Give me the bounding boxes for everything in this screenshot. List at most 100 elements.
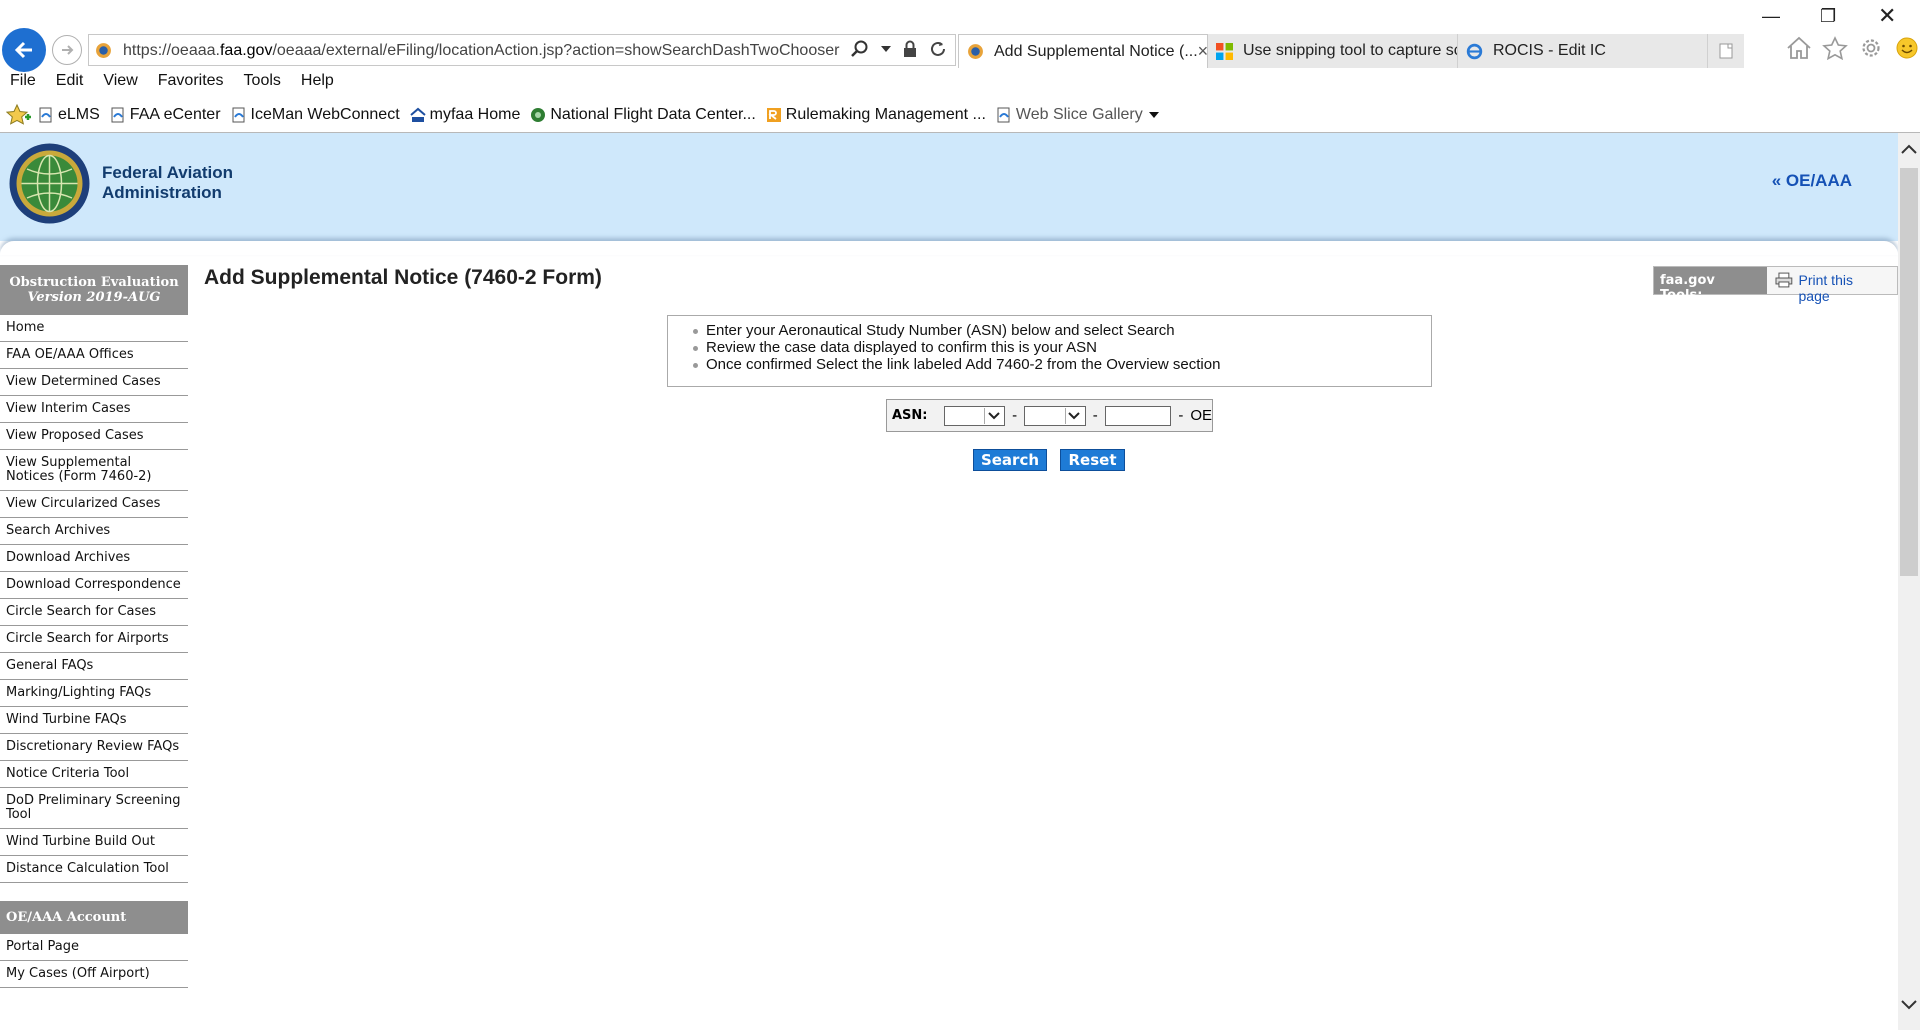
- forward-button[interactable]: [52, 35, 82, 65]
- sidebar-item-general-faqs[interactable]: General FAQs: [0, 653, 188, 680]
- tab-rocis[interactable]: ROCIS - Edit IC: [1458, 34, 1708, 68]
- favorite-faa-ecenter[interactable]: FAA eCenter: [110, 106, 221, 124]
- page-icon: [111, 107, 124, 123]
- sidebar-item-circle-search-cases[interactable]: Circle Search for Cases: [0, 599, 188, 626]
- minimize-button[interactable]: —: [1762, 6, 1780, 27]
- print-page-link[interactable]: Print this page: [1766, 267, 1897, 304]
- menu-file[interactable]: File: [0, 72, 46, 96]
- sidebar-item-dod-screening-tool[interactable]: DoD Preliminary Screening Tool: [0, 788, 188, 829]
- tab-add-supplemental-notice[interactable]: Add Supplemental Notice (... ×: [958, 34, 1208, 68]
- gear-icon[interactable]: [1858, 36, 1884, 60]
- sidebar-item-download-archives[interactable]: Download Archives: [0, 545, 188, 572]
- sidebar-account-heading: OE/AAA Account: [0, 901, 188, 934]
- refresh-icon[interactable]: [929, 40, 947, 58]
- tab-snipping-tool[interactable]: Use snipping tool to capture sc...: [1208, 34, 1458, 68]
- favorite-elms[interactable]: eLMS: [38, 106, 100, 124]
- page-icon: [232, 107, 245, 123]
- close-tab-icon[interactable]: ×: [1198, 41, 1207, 62]
- menu-view[interactable]: View: [93, 72, 147, 96]
- restore-button[interactable]: ❐: [1820, 6, 1836, 27]
- new-tab-button[interactable]: [1708, 34, 1744, 68]
- menu-bar: File Edit View Favorites Tools Help: [0, 72, 344, 96]
- sidebar-nav: Obstruction Evaluation Version 2019-AUG …: [0, 265, 188, 988]
- favorite-myfaa-home[interactable]: myfaa Home: [409, 106, 520, 124]
- asn-year-select[interactable]: [943, 405, 1006, 426]
- scrollbar-thumb[interactable]: [1900, 168, 1918, 576]
- rulemaking-icon: [766, 108, 781, 122]
- vertical-scrollbar[interactable]: [1898, 133, 1920, 1030]
- chevron-down-icon: [1068, 411, 1080, 419]
- asn-input-group: ASN: - - - OE: [886, 399, 1213, 432]
- home-icon[interactable]: [1786, 36, 1812, 60]
- sidebar-item-my-cases[interactable]: My Cases (Off Airport): [0, 961, 188, 988]
- search-icon[interactable]: [851, 40, 869, 58]
- sidebar-item-supplemental-notices[interactable]: View Supplemental Notices (Form 7460-2): [0, 450, 188, 491]
- sidebar-item-notice-criteria-tool[interactable]: Notice Criteria Tool: [0, 761, 188, 788]
- instruction-item: Once confirmed Select the link labeled A…: [693, 356, 1431, 373]
- sidebar-item-wind-turbine-build-out[interactable]: Wind Turbine Build Out: [0, 829, 188, 856]
- dropdown-arrow-icon[interactable]: [881, 45, 891, 53]
- instruction-item: Enter your Aeronautical Study Number (AS…: [693, 322, 1431, 339]
- chevron-down-icon: [987, 411, 1000, 419]
- sidebar-item-determined-cases[interactable]: View Determined Cases: [0, 369, 188, 396]
- sidebar-item-circle-search-airports[interactable]: Circle Search for Airports: [0, 626, 188, 653]
- asn-number-input[interactable]: [1104, 405, 1172, 426]
- favorite-iceman-webconnect[interactable]: IceMan WebConnect: [231, 106, 400, 124]
- sidebar-item-download-correspondence[interactable]: Download Correspondence: [0, 572, 188, 599]
- sidebar-item-offices[interactable]: FAA OE/AAA Offices: [0, 342, 188, 369]
- sidebar-item-home[interactable]: Home: [0, 315, 188, 342]
- sidebar-item-interim-cases[interactable]: View Interim Cases: [0, 396, 188, 423]
- asn-separator: -: [1178, 407, 1184, 424]
- sidebar-heading: Obstruction Evaluation Version 2019-AUG: [0, 265, 188, 315]
- faa-tools-box: faa.gov Tools: Print this page: [1653, 266, 1898, 304]
- tab-label: Use snipping tool to capture sc...: [1243, 42, 1458, 59]
- sidebar-item-proposed-cases[interactable]: View Proposed Cases: [0, 423, 188, 450]
- oeaaa-home-link[interactable]: « OE/AAA: [1772, 171, 1852, 191]
- favorite-rulemaking-management[interactable]: Rulemaking Management ...: [766, 106, 986, 124]
- header-banner: Federal Aviation Administration « OE/AAA: [0, 133, 1898, 241]
- page-icon: [997, 107, 1010, 123]
- faa-logo-icon: [409, 107, 426, 122]
- menu-edit[interactable]: Edit: [46, 72, 94, 96]
- asn-label: ASN:: [892, 408, 928, 423]
- reset-button[interactable]: Reset: [1060, 449, 1125, 471]
- scroll-up-icon[interactable]: [1901, 143, 1917, 155]
- menu-help[interactable]: Help: [291, 72, 344, 96]
- sidebar-item-wind-turbine-faqs[interactable]: Wind Turbine FAQs: [0, 707, 188, 734]
- lock-icon[interactable]: [903, 40, 917, 58]
- tab-label: Add Supplemental Notice (...: [994, 42, 1198, 60]
- scroll-down-icon[interactable]: [1901, 999, 1917, 1011]
- sidebar-item-discretionary-review-faqs[interactable]: Discretionary Review FAQs: [0, 734, 188, 761]
- sidebar-item-search-archives[interactable]: Search Archives: [0, 518, 188, 545]
- tools-label: faa.gov Tools:: [1654, 267, 1767, 303]
- asn-separator: -: [1012, 407, 1018, 424]
- menu-favorites[interactable]: Favorites: [148, 72, 234, 96]
- asn-separator: -: [1092, 407, 1098, 424]
- sidebar-item-marking-lighting-faqs[interactable]: Marking/Lighting FAQs: [0, 680, 188, 707]
- sidebar-item-circularized-cases[interactable]: View Circularized Cases: [0, 491, 188, 518]
- favorite-web-slice-gallery[interactable]: Web Slice Gallery: [996, 106, 1159, 124]
- favorite-national-flight-data-center[interactable]: National Flight Data Center...: [530, 106, 756, 124]
- browser-chrome: https://oeaaa.faa.gov/oeaaa/external/eFi…: [0, 0, 1920, 133]
- favorites-bar: eLMS FAA eCenter IceMan WebConnect myfaa…: [0, 101, 1169, 129]
- banner-curve: [0, 241, 1898, 255]
- printer-icon: [1775, 272, 1793, 288]
- microsoft-logo-icon: [1216, 42, 1233, 60]
- asn-region-select[interactable]: [1024, 405, 1086, 426]
- back-arrow-icon: [14, 41, 32, 59]
- star-icon[interactable]: [1822, 36, 1848, 60]
- sidebar-item-portal-page[interactable]: Portal Page: [0, 934, 188, 961]
- close-window-button[interactable]: ✕: [1878, 3, 1896, 29]
- search-button[interactable]: Search: [973, 449, 1047, 471]
- agency-name-line2: Administration: [102, 183, 222, 202]
- back-button[interactable]: [2, 28, 46, 72]
- menu-tools[interactable]: Tools: [234, 72, 291, 96]
- smiley-icon[interactable]: [1894, 36, 1920, 60]
- ie-logo-icon: [1466, 43, 1483, 59]
- agency-name: Federal Aviation Administration: [102, 163, 233, 203]
- instructions-box: Enter your Aeronautical Study Number (AS…: [667, 315, 1432, 387]
- sidebar-item-distance-calculation-tool[interactable]: Distance Calculation Tool: [0, 856, 188, 883]
- page-title: Add Supplemental Notice (7460-2 Form): [204, 266, 602, 289]
- address-bar[interactable]: https://oeaaa.faa.gov/oeaaa/external/eFi…: [88, 34, 956, 66]
- favorites-star-icon[interactable]: [6, 103, 32, 127]
